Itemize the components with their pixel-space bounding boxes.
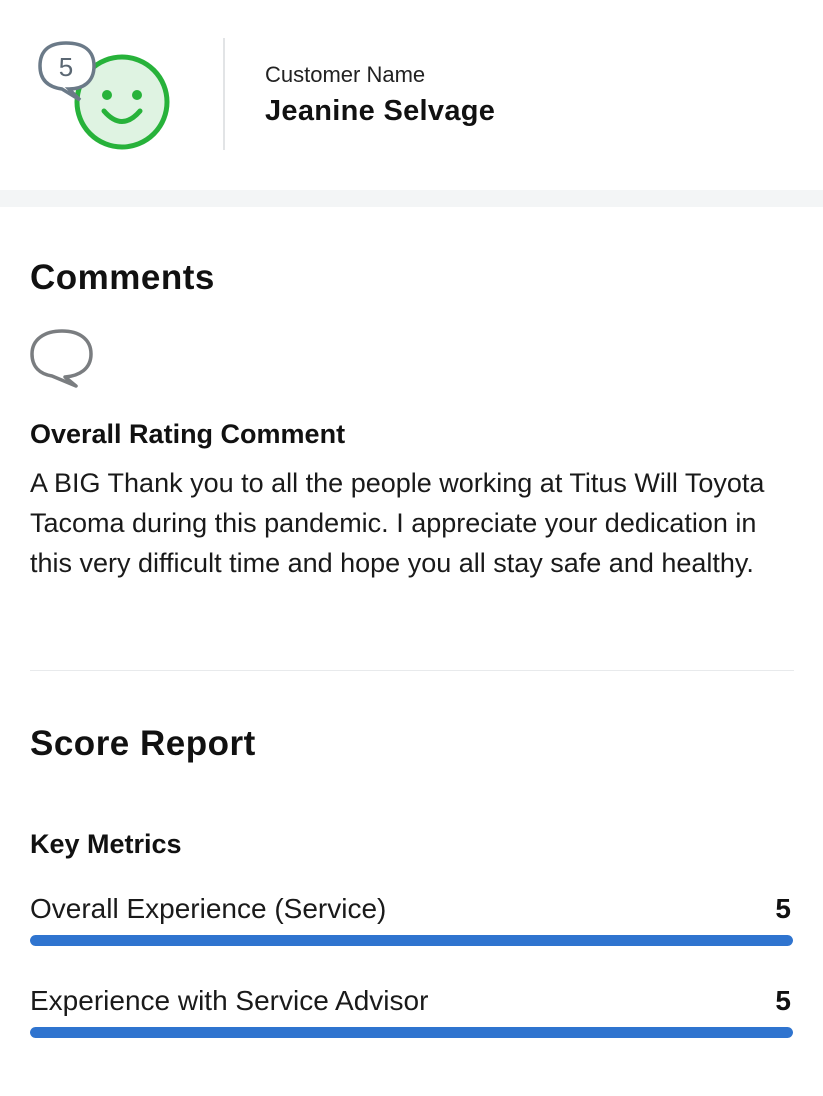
header-divider: [223, 38, 225, 150]
smiley-face-icon: 5: [38, 41, 170, 150]
rating-indicator: 5: [36, 40, 176, 155]
metric-bar-track: [30, 1027, 793, 1038]
metric-bar-track: [30, 935, 793, 946]
metric-score: 5: [775, 893, 791, 924]
customer-name: Jeanine Selvage: [265, 95, 496, 127]
rating-badge-value: 5: [59, 52, 73, 82]
customer-header: 5 Customer Name Jeanine Selvage: [0, 0, 823, 190]
survey-detail-page: 5 Customer Name Jeanine Selvage Comments…: [0, 0, 823, 1096]
metric-row: Overall Experience (Service) 5: [30, 893, 793, 949]
comments-heading: Comments: [30, 258, 215, 297]
metric-name: Overall Experience (Service): [30, 893, 387, 924]
score-report-heading: Score Report: [30, 724, 256, 763]
section-divider: [30, 670, 794, 671]
overall-rating-comment-label: Overall Rating Comment: [30, 419, 346, 449]
overall-rating-comment-text: A BIG Thank you to all the people workin…: [30, 468, 765, 578]
metric-score: 5: [775, 985, 791, 1016]
metric-bar-fill: [30, 935, 793, 946]
metric-bar-fill: [30, 1027, 793, 1038]
metric-row: Experience with Service Advisor 5: [30, 985, 793, 1041]
speech-bubble-icon: [28, 328, 96, 388]
customer-name-label: Customer Name: [265, 62, 426, 87]
section-separator-band: [0, 190, 823, 207]
key-metrics-label: Key Metrics: [30, 829, 182, 859]
metric-name: Experience with Service Advisor: [30, 985, 429, 1016]
